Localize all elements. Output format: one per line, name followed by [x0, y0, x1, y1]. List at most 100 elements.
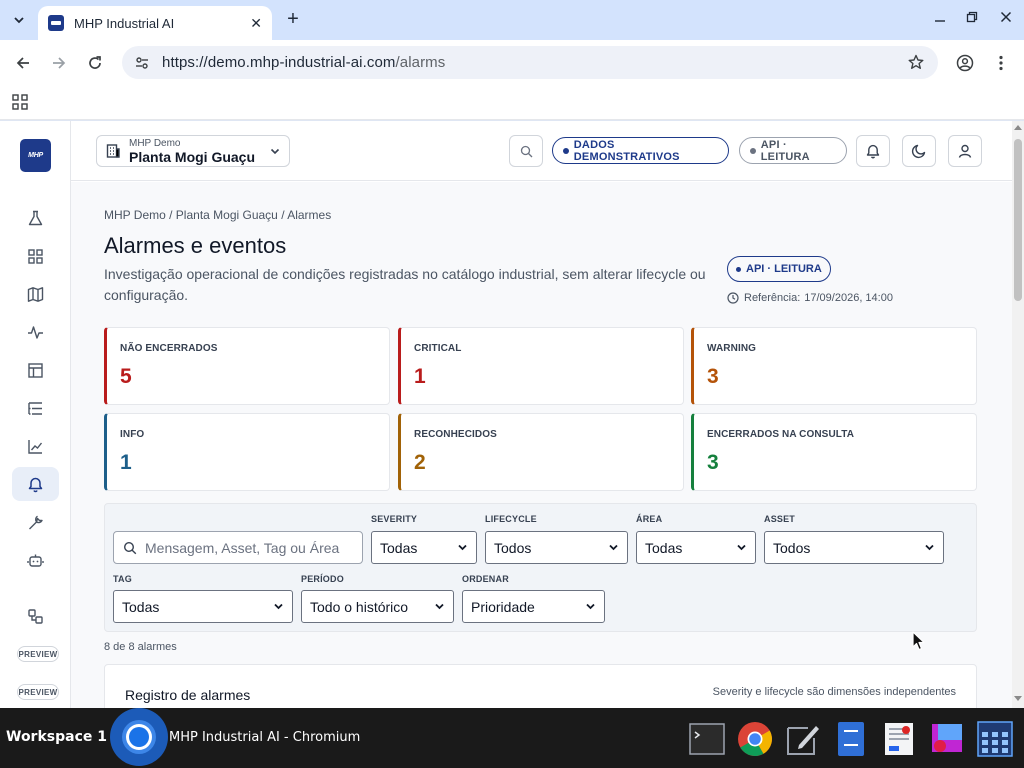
chromium-icon[interactable] — [110, 708, 170, 768]
scrollbar-thumb[interactable] — [1014, 139, 1022, 301]
lifecycle-label: LIFECYCLE — [485, 514, 537, 524]
alarm-search-input[interactable] — [145, 539, 345, 556]
scroll-up-arrow-icon[interactable] — [1014, 125, 1022, 130]
address-bar[interactable]: https://demo.mhp-industrial-ai.com/alarm… — [122, 46, 938, 79]
terminal-icon[interactable] — [688, 720, 726, 758]
sidebar-item-trends[interactable] — [12, 429, 59, 463]
logo-text: MHP — [28, 152, 43, 159]
close-window-icon[interactable] — [996, 10, 1016, 26]
kpi-value: 3 — [707, 365, 719, 388]
new-tab-button[interactable]: + — [282, 8, 304, 30]
chevron-down-icon — [435, 603, 444, 610]
list-tree-icon — [28, 401, 42, 415]
chevron-down-icon — [14, 17, 24, 24]
image-viewer-icon[interactable] — [928, 720, 966, 758]
site-settings-icon[interactable] — [134, 55, 150, 71]
sidebar-item-maintenance[interactable] — [12, 505, 59, 539]
scroll-down-arrow-icon[interactable] — [1014, 696, 1022, 701]
periodo-label: PERÍODO — [301, 574, 344, 584]
area-value: Todas — [645, 539, 683, 556]
status-dot — [563, 147, 569, 154]
chevron-down-icon — [609, 544, 618, 551]
lifecycle-value: Todos — [494, 539, 532, 556]
sidebar-item-layout[interactable] — [12, 353, 59, 387]
url-text: https://demo.mhp-industrial-ai.com/alarm… — [162, 54, 445, 71]
building-icon — [106, 144, 120, 158]
chart-line-icon — [28, 439, 43, 454]
api-mode-badge: API · LEITURA — [739, 137, 847, 164]
sidebar-item-lab[interactable] — [12, 201, 59, 235]
sidebar-item-map[interactable] — [12, 277, 59, 311]
browser-tab[interactable]: MHP Industrial AI ✕ — [38, 6, 272, 40]
user-menu-button[interactable] — [948, 135, 982, 167]
severity-value: Todas — [380, 539, 418, 556]
table-note: Severity e lifecycle são dimensões indep… — [712, 686, 956, 698]
sidebar-item-workflow[interactable] — [12, 599, 59, 633]
kpi-label: NÃO ENCERRADOS — [120, 343, 218, 354]
sidebar-item-tree[interactable] — [12, 391, 59, 425]
apps-grid-icon[interactable] — [11, 93, 29, 111]
mouse-cursor-icon — [912, 631, 925, 651]
calculator-icon[interactable] — [976, 720, 1014, 758]
page-scrollbar[interactable] — [1012, 121, 1024, 708]
tab-search-button[interactable] — [6, 8, 32, 32]
preview-badge: PREVIEW — [17, 646, 59, 662]
tab-title: MHP Industrial AI — [74, 15, 175, 31]
asset-select[interactable]: Todos — [764, 531, 944, 564]
tag-value: Todas — [122, 598, 160, 615]
activity-icon — [28, 325, 43, 339]
maximize-icon[interactable] — [962, 10, 982, 26]
sidebar-item-activity[interactable] — [12, 315, 59, 349]
sidebar-item-alarms[interactable] — [12, 467, 59, 501]
ordenar-select[interactable]: Prioridade — [462, 590, 605, 623]
demo-data-badge: DADOS DEMONSTRATIVOS — [552, 137, 729, 164]
chrome-icon[interactable] — [736, 720, 774, 758]
logo[interactable]: MHP — [20, 139, 51, 172]
area-select[interactable]: Todas — [636, 531, 756, 564]
lifecycle-select[interactable]: Todos — [485, 531, 628, 564]
tag-select[interactable]: Todas — [113, 590, 293, 623]
chevron-down-icon — [586, 603, 595, 610]
chevron-down-icon — [925, 544, 934, 551]
kpi-label: INFO — [120, 429, 145, 440]
search-button[interactable] — [509, 135, 543, 167]
minimize-icon[interactable] — [930, 10, 950, 26]
periodo-select[interactable]: Todo o histórico — [301, 590, 454, 623]
browser-menu-icon[interactable] — [990, 52, 1012, 74]
flask-icon — [28, 210, 43, 225]
periodo-value: Todo o histórico — [310, 598, 409, 615]
bookmarks-bar — [0, 86, 1024, 120]
profile-icon[interactable] — [954, 52, 976, 74]
sidebar-item-dashboard[interactable] — [12, 239, 59, 273]
breadcrumb: MHP Demo / Planta Mogi Guaçu / Alarmes — [104, 208, 332, 222]
api-read-label: API · LEITURA — [746, 263, 822, 275]
document-viewer-icon[interactable] — [880, 720, 918, 758]
status-dot — [750, 147, 756, 154]
url-host: https://demo.mhp-industrial-ai.com — [162, 54, 396, 71]
status-dot — [736, 266, 741, 272]
forward-icon[interactable] — [48, 52, 70, 74]
kpi-card: CRITICAL 1 — [398, 327, 684, 405]
asset-label: ASSET — [764, 514, 796, 524]
severity-select[interactable]: Todas — [371, 531, 477, 564]
alarm-search-field[interactable] — [113, 531, 363, 564]
notifications-button[interactable] — [856, 135, 890, 167]
file-manager-icon[interactable] — [832, 720, 870, 758]
kpi-label: WARNING — [707, 343, 757, 354]
workspace-label[interactable]: Workspace 1 — [6, 729, 107, 745]
active-window-title[interactable]: MHP Industrial AI - Chromium — [169, 730, 360, 745]
moon-icon — [911, 144, 926, 159]
reload-icon[interactable] — [84, 52, 106, 74]
demo-data-label: DADOS DEMONSTRATIVOS — [573, 138, 680, 163]
chevron-down-icon — [737, 544, 746, 551]
theme-toggle-button[interactable] — [902, 135, 936, 167]
back-icon[interactable] — [12, 52, 34, 74]
text-editor-icon[interactable] — [784, 720, 822, 758]
workflow-icon — [28, 608, 43, 624]
kpi-card: WARNING 3 — [691, 327, 977, 405]
close-tab-icon[interactable]: ✕ — [250, 15, 262, 32]
sidebar-item-assistant[interactable] — [12, 543, 59, 577]
main-content: MHP Demo / Planta Mogi Guaçu / Alarmes A… — [71, 182, 1012, 708]
bookmark-star-icon[interactable] — [908, 54, 924, 75]
plant-selector[interactable]: MHP Demo Planta Mogi Guaçu — [96, 135, 290, 167]
